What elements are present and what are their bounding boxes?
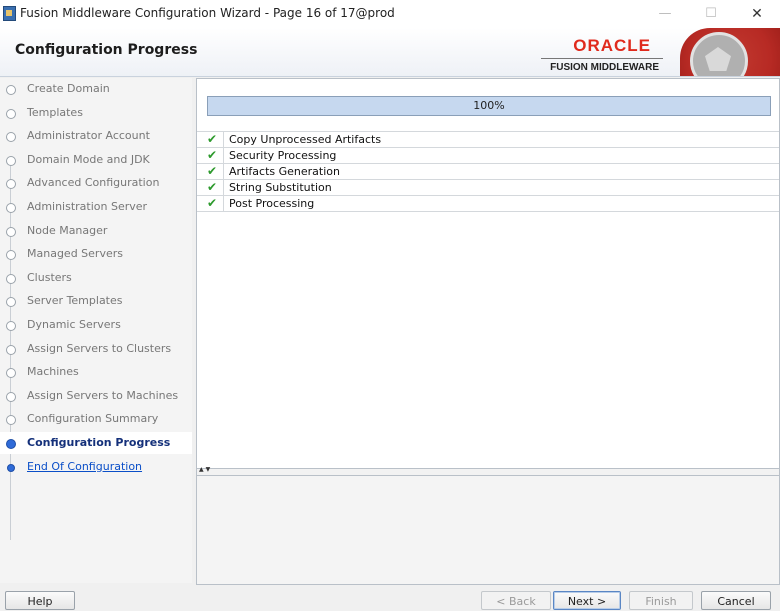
check-icon: ✔ <box>206 196 218 210</box>
close-button[interactable]: ✕ <box>742 4 772 24</box>
step-node-icon <box>6 250 16 261</box>
progress-text: 100% <box>473 99 505 112</box>
nav-step[interactable]: End Of Configuration <box>0 456 192 478</box>
nav-step: Templates <box>0 102 192 124</box>
task-row: ✔ Security Processing <box>197 147 779 163</box>
page-title: Configuration Progress <box>15 42 198 58</box>
nav-step: Clusters <box>0 267 192 289</box>
step-node-icon <box>6 391 16 402</box>
step-node-icon <box>6 155 16 166</box>
next-button[interactable]: Next > <box>553 591 621 610</box>
fusion-middleware-wordmark: FUSION MIDDLEWARE <box>550 62 659 73</box>
nav-step-label: Advanced Configuration <box>27 176 160 190</box>
nav-step-label: Domain Mode and JDK <box>27 152 150 166</box>
column-divider <box>223 148 224 163</box>
step-node-icon <box>6 439 16 449</box>
wizard-footer: Help < Back Next > Finish Cancel <box>0 585 780 611</box>
step-node-icon <box>6 179 16 190</box>
task-label: Post Processing <box>229 197 315 210</box>
title-bar: Fusion Middleware Configuration Wizard -… <box>0 0 780 29</box>
nav-step-label: Configuration Summary <box>27 412 159 426</box>
splitter-arrows-icon[interactable]: ▲▼ <box>199 466 212 473</box>
progress-panel: 100% ✔ Copy Unprocessed Artifacts ✔ Securit… <box>196 78 780 585</box>
finish-button[interactable]: Finish <box>629 591 693 610</box>
nav-step: Managed Servers <box>0 243 192 265</box>
nav-step: Administration Server <box>0 196 192 218</box>
app-icon <box>3 6 16 21</box>
nav-step: Create Domain <box>0 78 192 100</box>
progress-bar: 100% <box>207 96 771 116</box>
nav-step: Server Templates <box>0 290 192 312</box>
nav-step: Dynamic Servers <box>0 314 192 336</box>
step-node-icon <box>6 132 16 143</box>
nav-step: Node Manager <box>0 220 192 242</box>
nav-step-label: Create Domain <box>27 82 110 95</box>
task-row: ✔ Copy Unprocessed Artifacts <box>197 131 779 147</box>
help-button[interactable]: Help <box>5 591 75 610</box>
check-icon: ✔ <box>206 180 218 194</box>
window-title: Fusion Middleware Configuration Wizard -… <box>20 6 395 20</box>
nav-step: Administrator Account <box>0 125 192 147</box>
maximize-button[interactable]: ☐ <box>696 4 726 24</box>
nav-step-label: Configuration Progress <box>27 436 171 449</box>
check-icon: ✔ <box>206 132 218 146</box>
fusion-badge-icon <box>680 28 780 76</box>
column-divider <box>223 180 224 195</box>
step-node-icon <box>6 415 16 426</box>
oracle-wordmark: ORACLE <box>573 36 651 55</box>
minimize-button[interactable]: — <box>650 4 680 24</box>
step-node-icon <box>6 297 16 308</box>
brand-logo: ORACLE FUSION MIDDLEWARE <box>533 36 663 73</box>
nav-step: Advanced Configuration <box>0 172 192 194</box>
step-node-icon <box>6 344 16 355</box>
nav-step-label: Managed Servers <box>27 247 123 261</box>
step-node-icon <box>6 203 16 213</box>
task-label: Security Processing <box>229 149 337 162</box>
nav-step: Assign Servers to Machines <box>0 385 192 407</box>
task-row: ✔ Artifacts Generation <box>197 163 779 179</box>
check-icon: ✔ <box>206 164 218 178</box>
wizard-steps-nav: Create Domain Templates Administrator Acco… <box>0 78 192 583</box>
column-divider <box>223 164 224 179</box>
column-divider <box>223 196 224 211</box>
wizard-header: Configuration Progress ORACLE FUSION MID… <box>0 28 780 77</box>
nav-step-label[interactable]: End Of Configuration <box>27 460 142 473</box>
step-node-icon <box>6 321 16 331</box>
nav-step-label: Dynamic Servers <box>27 318 121 331</box>
nav-step-label: Server Templates <box>27 294 123 308</box>
step-node-icon <box>6 273 16 284</box>
nav-step-label: Templates <box>27 105 83 119</box>
nav-step-label: Assign Servers to Machines <box>27 388 179 402</box>
task-row: ✔ Post Processing <box>197 195 779 212</box>
task-label: Artifacts Generation <box>229 165 340 178</box>
nav-step: Assign Servers to Clusters <box>0 338 192 360</box>
step-node-icon <box>6 226 16 237</box>
check-icon: ✔ <box>206 148 218 162</box>
nav-step: Machines <box>0 361 192 383</box>
task-label: Copy Unprocessed Artifacts <box>229 133 382 146</box>
brand-divider <box>541 58 663 59</box>
step-node-icon <box>6 108 16 119</box>
step-node-icon <box>6 85 16 95</box>
back-button[interactable]: < Back <box>481 591 551 610</box>
nav-step-label: Administration Server <box>27 200 148 213</box>
task-label: String Substitution <box>229 181 332 194</box>
nav-step-label: Node Manager <box>27 223 108 237</box>
column-divider <box>223 132 224 147</box>
pentagon-icon <box>690 32 748 76</box>
task-row: ✔ String Substitution <box>197 179 779 195</box>
nav-step: Configuration Progress <box>0 432 192 454</box>
nav-step-label: Machines <box>27 365 79 379</box>
step-node-icon <box>7 463 15 472</box>
nav-step-label: Administrator Account <box>27 129 150 143</box>
log-area <box>197 476 779 584</box>
nav-step-label: Clusters <box>27 270 72 284</box>
step-node-icon <box>6 368 16 379</box>
cancel-button[interactable]: Cancel <box>701 591 771 610</box>
nav-step: Domain Mode and JDK <box>0 149 192 171</box>
nav-step: Configuration Summary <box>0 408 192 430</box>
task-list: ✔ Copy Unprocessed Artifacts ✔ Security Pro… <box>197 131 779 212</box>
panel-splitter[interactable]: ▲▼ <box>197 466 779 476</box>
nav-step-label: Assign Servers to Clusters <box>27 341 172 355</box>
